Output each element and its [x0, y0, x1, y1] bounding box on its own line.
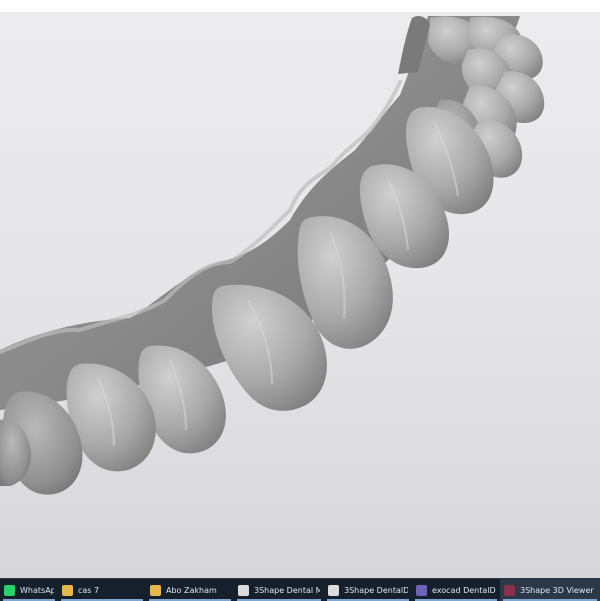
whatsapp-icon — [4, 584, 15, 596]
taskbar-item-3shape-dental-manager[interactable]: 3Shape Dental Man... — [234, 579, 324, 601]
taskbar-item-3shape-dental-designer[interactable]: 3Shape DentalDesi... — [324, 579, 412, 601]
taskbar-item-3shape-3d-viewer[interactable]: 3Shape 3D Viewer — [500, 579, 600, 601]
taskbar-item-label: WhatsApp Beta — [20, 585, 54, 595]
taskbar-item-whatsapp[interactable]: WhatsApp Beta — [0, 579, 58, 601]
3d-viewport[interactable] — [0, 12, 600, 578]
taskbar-item-label: cas 7 — [78, 585, 100, 595]
folder-icon — [62, 584, 73, 596]
3shape-icon — [328, 584, 339, 596]
windows-taskbar: WhatsApp Beta cas 7 Abo Zakham 3Shape De… — [0, 578, 600, 601]
3d-viewer-icon — [504, 584, 515, 596]
taskbar-item-label: Abo Zakham — [166, 585, 217, 595]
taskbar-item-label: 3Shape 3D Viewer — [520, 585, 594, 595]
taskbar-item-abo-zakham[interactable]: Abo Zakham — [146, 579, 234, 601]
taskbar-item-label: exocad DentalDB 3... — [432, 585, 496, 595]
folder-icon — [150, 584, 161, 596]
taskbar-item-label: 3Shape Dental Man... — [254, 585, 320, 595]
taskbar-item-cas7[interactable]: cas 7 — [58, 579, 146, 601]
taskbar-item-label: 3Shape DentalDesi... — [344, 585, 408, 595]
3shape-icon — [238, 584, 249, 596]
taskbar-item-exocad[interactable]: exocad DentalDB 3... — [412, 579, 500, 601]
dental-model-render — [0, 16, 545, 495]
window-top-border — [0, 0, 600, 12]
exocad-icon — [416, 584, 427, 596]
